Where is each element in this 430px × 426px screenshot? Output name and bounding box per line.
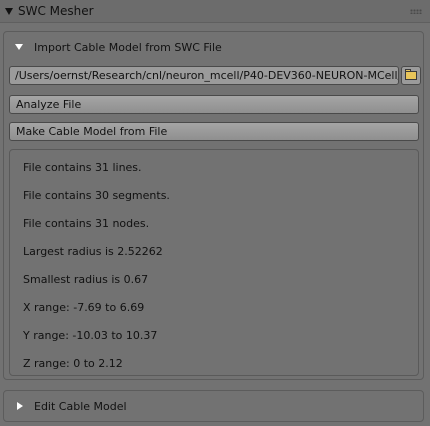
expand-triangle-icon[interactable] bbox=[15, 44, 23, 50]
info-lines-count: File contains 31 lines. bbox=[23, 161, 142, 174]
file-path-field[interactable]: /Users/oernst/Research/cnl/neuron_mcell/… bbox=[9, 66, 399, 85]
panel-title: SWC Mesher bbox=[18, 4, 94, 18]
import-section-title: Import Cable Model from SWC File bbox=[34, 41, 222, 54]
panel-header[interactable]: SWC Mesher bbox=[0, 0, 430, 23]
info-nodes-count: File contains 31 nodes. bbox=[23, 217, 150, 230]
make-cable-model-button[interactable]: Make Cable Model from File bbox=[9, 122, 419, 141]
info-smallest-radius: Smallest radius is 0.67 bbox=[23, 273, 149, 286]
expand-triangle-icon[interactable] bbox=[17, 402, 23, 410]
info-z-range: Z range: 0 to 2.12 bbox=[23, 357, 123, 370]
edit-section: Edit Cable Model bbox=[3, 390, 424, 422]
info-y-range: Y range: -10.03 to 10.37 bbox=[23, 329, 158, 342]
browse-file-button[interactable] bbox=[401, 66, 421, 85]
import-section: Import Cable Model from SWC File /Users/… bbox=[3, 31, 424, 380]
file-info-box: File contains 31 lines. File contains 30… bbox=[9, 149, 419, 376]
info-segments-count: File contains 30 segments. bbox=[23, 189, 170, 202]
make-cable-model-label: Make Cable Model from File bbox=[16, 125, 168, 138]
info-x-range: X range: -7.69 to 6.69 bbox=[23, 301, 145, 314]
folder-icon bbox=[405, 71, 417, 80]
file-path-value: /Users/oernst/Research/cnl/neuron_mcell/… bbox=[15, 69, 399, 82]
info-largest-radius: Largest radius is 2.52262 bbox=[23, 245, 163, 258]
collapse-triangle-icon[interactable] bbox=[5, 8, 13, 15]
analyze-file-label: Analyze File bbox=[16, 98, 82, 111]
analyze-file-button[interactable]: Analyze File bbox=[9, 95, 419, 114]
edit-section-header[interactable]: Edit Cable Model bbox=[4, 391, 423, 421]
import-section-header[interactable]: Import Cable Model from SWC File bbox=[4, 32, 423, 62]
drag-grip-icon[interactable] bbox=[410, 9, 422, 14]
edit-section-title: Edit Cable Model bbox=[34, 400, 127, 413]
